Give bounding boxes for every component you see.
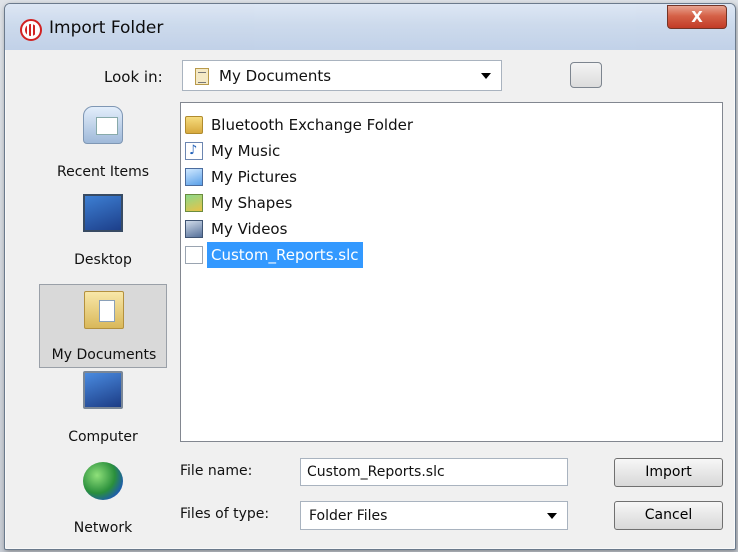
place-label: Network xyxy=(73,520,133,536)
view-options-button[interactable] xyxy=(570,62,602,88)
videos-shortcut-icon xyxy=(185,220,203,238)
place-desktop[interactable]: Desktop xyxy=(39,188,167,272)
cancel-button[interactable]: Cancel xyxy=(614,501,723,530)
file-name-input[interactable]: Custom_Reports.slc xyxy=(300,458,568,486)
file-name: My Music xyxy=(211,142,281,160)
place-label: Recent Items xyxy=(57,164,149,180)
pictures-shortcut-icon xyxy=(185,168,203,186)
file-name-label: File name: xyxy=(180,463,253,479)
file-name: My Shapes xyxy=(211,194,293,212)
file-icon xyxy=(185,246,203,264)
dialog-body: Look in: My Documents Recent Items Deskt… xyxy=(12,50,728,544)
file-name: My Pictures xyxy=(211,168,297,186)
place-label: Desktop xyxy=(74,252,132,268)
my-documents-icon xyxy=(84,291,124,329)
file-type-dropdown[interactable]: Folder Files xyxy=(300,501,568,530)
file-name: Custom_Reports.slc xyxy=(207,242,363,268)
dialog-title: Import Folder xyxy=(49,18,164,38)
file-name: Bluetooth Exchange Folder xyxy=(211,116,414,134)
place-my-documents[interactable]: My Documents xyxy=(39,284,167,368)
desktop-icon xyxy=(83,194,123,232)
place-label: Computer xyxy=(68,429,138,445)
recent-items-icon xyxy=(83,106,123,144)
file-name: My Videos xyxy=(211,220,288,238)
title-bar[interactable]: Import Folder X xyxy=(5,4,735,50)
look-in-label: Look in: xyxy=(104,68,163,86)
music-shortcut-icon xyxy=(185,138,203,164)
close-button[interactable]: X xyxy=(667,5,727,29)
places-bar: Recent Items Desktop My Documents Comput… xyxy=(39,100,167,540)
chevron-down-icon xyxy=(547,512,557,519)
app-logo-icon xyxy=(20,19,42,41)
place-label: My Documents xyxy=(51,347,157,363)
folder-icon xyxy=(185,116,203,134)
place-recent-items[interactable]: Recent Items xyxy=(39,100,167,184)
network-icon xyxy=(83,462,123,500)
shapes-folder-icon xyxy=(185,194,203,212)
place-network[interactable]: Network xyxy=(39,456,167,540)
import-folder-dialog: Import Folder X Look in: My Documents Re… xyxy=(4,3,736,550)
computer-icon xyxy=(83,371,123,409)
chevron-down-icon xyxy=(481,72,491,79)
look-in-value: My Documents xyxy=(219,67,332,85)
documents-folder-icon xyxy=(195,68,209,85)
import-button[interactable]: Import xyxy=(614,458,723,487)
place-computer[interactable]: Computer xyxy=(39,365,167,449)
file-type-value: Folder Files xyxy=(309,508,388,524)
file-type-label: Files of type: xyxy=(180,506,270,522)
look-in-dropdown[interactable]: My Documents xyxy=(182,60,502,91)
file-list[interactable]: Bluetooth Exchange Folder My Music My Pi… xyxy=(180,102,723,442)
